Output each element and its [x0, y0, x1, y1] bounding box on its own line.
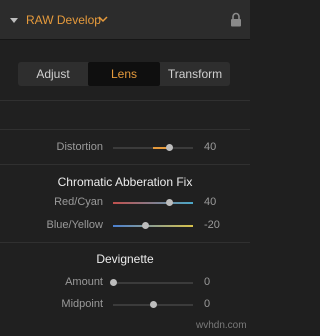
distortion-thumb[interactable] — [166, 144, 173, 151]
divider — [0, 129, 250, 130]
midpoint-slider[interactable] — [113, 301, 193, 308]
panel-title[interactable]: RAW Develop — [26, 13, 101, 27]
blue-yellow-label: Blue/Yellow — [46, 219, 103, 231]
distortion-label: Distortion — [56, 141, 103, 153]
divider — [0, 164, 250, 165]
distortion-slider[interactable] — [113, 144, 193, 151]
amount-thumb[interactable] — [110, 279, 117, 286]
chromatic-title: Chromatic Abberation Fix — [57, 175, 193, 189]
devignette-title: Devignette — [96, 252, 154, 266]
midpoint-label: Midpoint — [61, 298, 103, 310]
midpoint-value[interactable]: 0 — [204, 298, 210, 310]
blue-yellow-value[interactable]: -20 — [204, 219, 220, 231]
red-cyan-thumb[interactable] — [166, 199, 173, 206]
midpoint-thumb[interactable] — [150, 301, 157, 308]
blue-yellow-slider[interactable] — [113, 222, 193, 229]
amount-label: Amount — [65, 276, 103, 288]
chevron-down-icon[interactable] — [98, 15, 108, 23]
tab-adjust[interactable]: Adjust — [18, 62, 88, 86]
distortion-value[interactable]: 40 — [204, 141, 216, 153]
red-cyan-label: Red/Cyan — [54, 196, 103, 208]
red-cyan-slider[interactable] — [113, 199, 193, 206]
tab-lens[interactable]: Lens — [88, 62, 160, 86]
divider — [0, 242, 250, 243]
blue-yellow-thumb[interactable] — [142, 222, 149, 229]
panel-header[interactable]: RAW Develop — [0, 0, 250, 40]
caret-down-icon[interactable] — [7, 13, 21, 27]
amount-slider[interactable] — [110, 279, 193, 286]
amount-value[interactable]: 0 — [204, 276, 210, 288]
red-cyan-value[interactable]: 40 — [204, 196, 216, 208]
watermark: wvhdn.com — [196, 320, 247, 331]
raw-develop-panel: RAW Develop Adjust Lens Transform Distor… — [0, 0, 250, 336]
lock-icon[interactable] — [230, 12, 242, 27]
divider — [0, 100, 250, 101]
tab-bar: Adjust Lens Transform — [18, 62, 230, 86]
tab-transform[interactable]: Transform — [160, 62, 230, 86]
